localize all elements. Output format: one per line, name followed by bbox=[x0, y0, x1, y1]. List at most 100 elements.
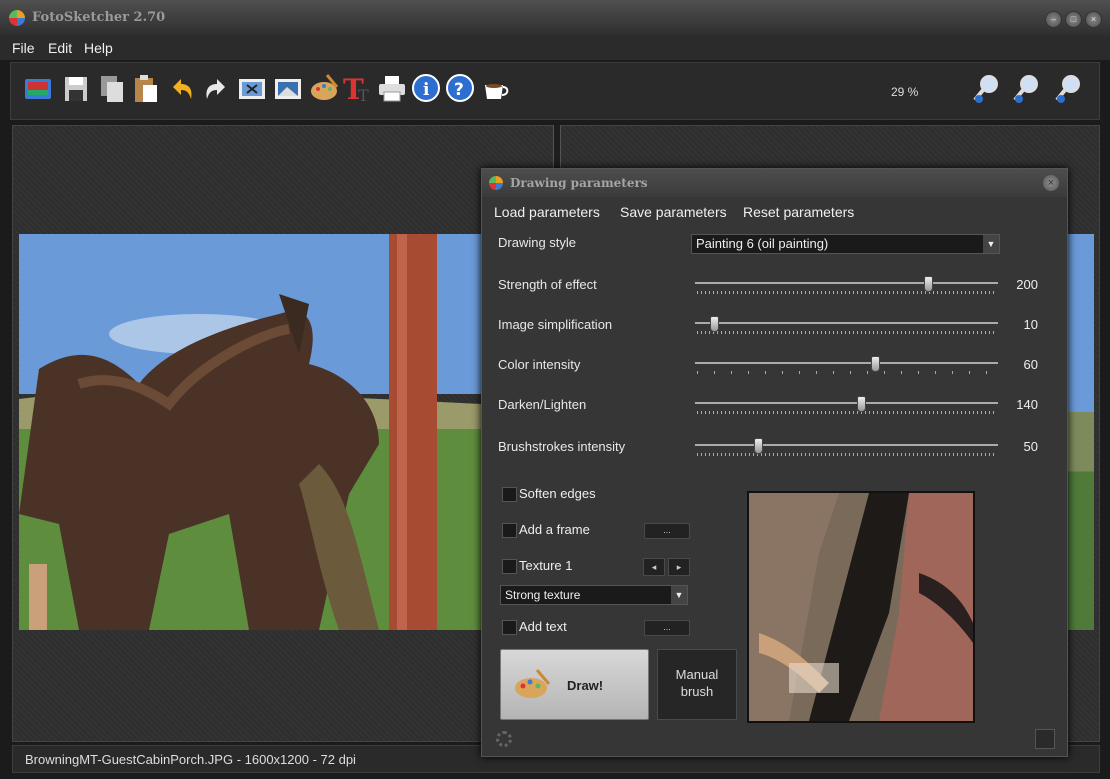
frame-browse-button[interactable]: ... bbox=[644, 523, 690, 539]
drawing-parameters-dialog: Drawing parameters × Load parameters Sav… bbox=[481, 168, 1068, 757]
add-text-label: Add text bbox=[519, 619, 567, 634]
menu-file[interactable]: File bbox=[12, 40, 35, 56]
preview-image bbox=[747, 491, 975, 723]
texture-type-value: Strong texture bbox=[505, 588, 581, 602]
texture-type-select[interactable]: Strong texture ▼ bbox=[500, 585, 688, 605]
text-browse-button[interactable]: ... bbox=[644, 620, 690, 636]
slider-label: Image simplification bbox=[498, 317, 613, 332]
draw-button-label: Draw! bbox=[567, 678, 604, 693]
texture-prev-button[interactable]: ◂ bbox=[643, 558, 665, 576]
save-icon[interactable] bbox=[61, 73, 91, 105]
texture-next-button[interactable]: ▸ bbox=[668, 558, 690, 576]
dialog-title: Drawing parameters bbox=[510, 176, 648, 190]
manual-brush-label: Manual brush bbox=[658, 666, 736, 700]
reset-parameters-menu[interactable]: Reset parameters bbox=[743, 204, 854, 220]
draw-button[interactable]: Draw! bbox=[500, 649, 649, 720]
dialog-title-bar[interactable]: Drawing parameters × bbox=[482, 169, 1067, 197]
undo-icon[interactable] bbox=[167, 73, 197, 105]
menu-help[interactable]: Help bbox=[84, 40, 113, 56]
slider-track bbox=[695, 402, 998, 404]
maximize-icon[interactable]: □ bbox=[1065, 11, 1082, 28]
slider-thumb[interactable] bbox=[924, 276, 933, 292]
chevron-down-icon: ▼ bbox=[671, 586, 687, 604]
drawing-style-label: Drawing style bbox=[498, 235, 577, 250]
slider-label: Brushstrokes intensity bbox=[498, 439, 626, 454]
manual-brush-button[interactable]: Manual brush bbox=[657, 649, 737, 720]
parameter-slider[interactable] bbox=[695, 276, 998, 296]
slider-ticks bbox=[697, 331, 996, 334]
zoom-level: 29 % bbox=[891, 85, 919, 99]
add-frame-checkbox[interactable] bbox=[502, 523, 517, 538]
palette-icon[interactable] bbox=[309, 73, 339, 105]
status-text: BrowningMT-GuestCabinPorch.JPG - 1600x12… bbox=[25, 752, 356, 767]
drawing-style-select[interactable]: Painting 6 (oil painting) ▼ bbox=[691, 234, 1000, 254]
slider-thumb[interactable] bbox=[871, 356, 880, 372]
close-icon[interactable]: × bbox=[1085, 11, 1102, 28]
slider-thumb[interactable] bbox=[754, 438, 763, 454]
texture-checkbox[interactable] bbox=[502, 559, 517, 574]
texture-label: Texture 1 bbox=[519, 558, 573, 573]
parameter-slider[interactable] bbox=[695, 316, 998, 336]
svg-text:T: T bbox=[358, 86, 369, 105]
slider-label: Darken/Lighten bbox=[498, 397, 587, 412]
title-bar: FotoSketcher 2.70 – □ × bbox=[0, 0, 1110, 36]
crop-icon[interactable] bbox=[237, 73, 267, 105]
app-logo-icon bbox=[489, 176, 503, 190]
slider-value: 200 bbox=[1016, 277, 1038, 292]
redo-icon[interactable] bbox=[201, 73, 231, 105]
slider-value: 10 bbox=[1023, 317, 1038, 332]
menu-edit[interactable]: Edit bbox=[48, 40, 72, 56]
sketch-image-partial bbox=[1068, 234, 1094, 630]
palette-icon bbox=[515, 669, 551, 698]
manual-brush-label-line1: Manual bbox=[675, 667, 719, 682]
app-logo-icon bbox=[9, 10, 25, 26]
parameter-slider[interactable] bbox=[695, 396, 998, 416]
svg-text:?: ? bbox=[454, 80, 464, 100]
resize-grip-icon[interactable] bbox=[1035, 729, 1055, 749]
soften-edges-label: Soften edges bbox=[519, 486, 596, 501]
coffee-icon[interactable] bbox=[481, 73, 511, 105]
original-image bbox=[19, 234, 481, 630]
chevron-down-icon: ▼ bbox=[983, 235, 999, 253]
help-icon[interactable]: ? bbox=[445, 73, 475, 105]
add-frame-label: Add a frame bbox=[519, 522, 590, 537]
svg-text:i: i bbox=[423, 80, 430, 100]
text-icon[interactable]: TT bbox=[341, 73, 371, 105]
slider-ticks bbox=[697, 411, 996, 414]
manual-brush-label-line2: brush bbox=[680, 684, 714, 699]
slider-value: 60 bbox=[1023, 357, 1038, 372]
image-adjust-icon[interactable] bbox=[273, 73, 303, 105]
gear-icon[interactable] bbox=[496, 731, 512, 747]
zoom-out-icon[interactable] bbox=[971, 73, 1001, 105]
slider-thumb[interactable] bbox=[857, 396, 866, 412]
add-text-checkbox[interactable] bbox=[502, 620, 517, 635]
zoom-fit-icon[interactable] bbox=[1011, 73, 1041, 105]
paste-icon[interactable] bbox=[131, 73, 161, 105]
print-icon[interactable] bbox=[377, 73, 407, 105]
parameter-slider[interactable] bbox=[695, 438, 998, 458]
slider-ticks bbox=[697, 291, 996, 294]
slider-ticks bbox=[697, 371, 996, 374]
slider-value: 140 bbox=[1016, 397, 1038, 412]
slider-value: 50 bbox=[1023, 439, 1038, 454]
soften-edges-checkbox[interactable] bbox=[502, 487, 517, 502]
menu-bar: File Edit Help bbox=[0, 36, 1110, 60]
slider-track bbox=[695, 444, 998, 446]
load-parameters-menu[interactable]: Load parameters bbox=[494, 204, 600, 220]
dialog-close-icon[interactable]: × bbox=[1043, 175, 1059, 191]
drawing-style-value: Painting 6 (oil painting) bbox=[696, 236, 829, 251]
slider-track bbox=[695, 362, 998, 364]
zoom-in-icon[interactable] bbox=[1053, 73, 1083, 105]
slider-ticks bbox=[697, 453, 996, 456]
save-parameters-menu[interactable]: Save parameters bbox=[620, 204, 727, 220]
slider-track bbox=[695, 322, 998, 324]
window-title: FotoSketcher 2.70 bbox=[32, 10, 166, 25]
toolbar: TT i ? 29 % bbox=[10, 62, 1100, 120]
slider-thumb[interactable] bbox=[710, 316, 719, 332]
minimize-icon[interactable]: – bbox=[1045, 11, 1062, 28]
info-icon[interactable]: i bbox=[411, 73, 441, 105]
parameter-slider[interactable] bbox=[695, 356, 998, 376]
slider-label: Color intensity bbox=[498, 357, 581, 372]
open-image-icon[interactable] bbox=[23, 73, 53, 105]
copy-icon[interactable] bbox=[97, 73, 127, 105]
